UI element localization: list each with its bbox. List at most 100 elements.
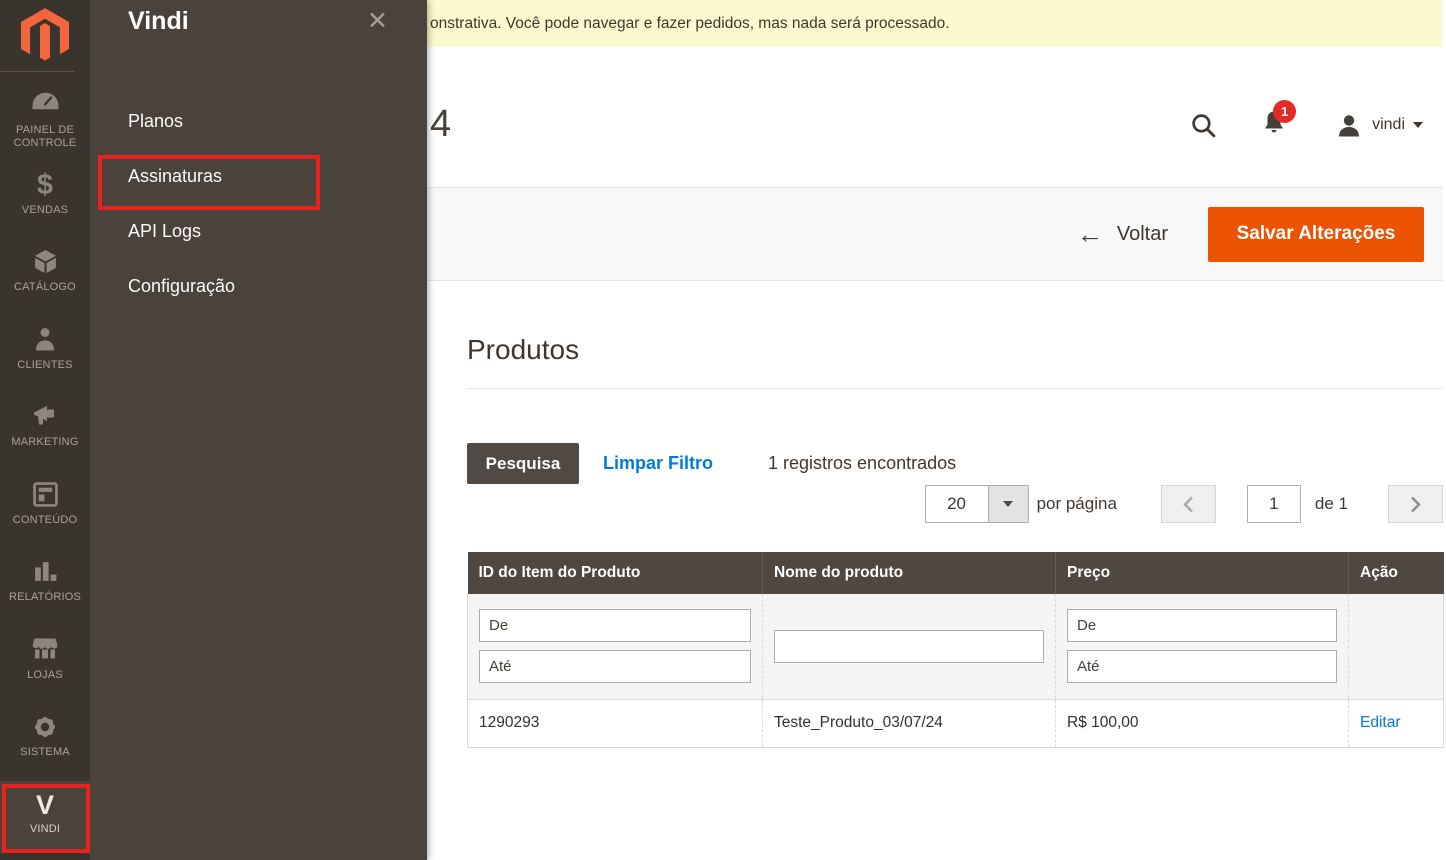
sidebar-item-label: CATÁLOGO bbox=[0, 281, 90, 294]
marketing-icon bbox=[0, 404, 90, 432]
flyout-item-api-logs[interactable]: API Logs bbox=[128, 221, 201, 242]
sidebar-item-clientes[interactable]: CLIENTES bbox=[0, 327, 90, 372]
select-caret-icon bbox=[1003, 501, 1013, 507]
products-table: ID do Item do Produto Nome do produto Pr… bbox=[467, 552, 1444, 748]
page-title: 4 bbox=[430, 103, 451, 145]
section-title: Produtos bbox=[467, 334, 1443, 366]
notice-text: onstrativa. Você pode navegar e fazer pe… bbox=[430, 15, 950, 33]
per-page-select[interactable]: 20 bbox=[925, 485, 1029, 523]
sidebar-item-label: CLIENTES bbox=[0, 359, 90, 372]
magento-admin-page: PAINEL DE CONTROLE $ VENDAS CATÁLOGO CLI… bbox=[0, 0, 1446, 860]
flyout-item-configuracao[interactable]: Configuração bbox=[128, 276, 235, 297]
current-page-input[interactable] bbox=[1247, 485, 1301, 523]
reports-icon bbox=[0, 559, 90, 587]
clear-filter-link[interactable]: Limpar Filtro bbox=[603, 453, 713, 474]
user-menu[interactable]: vindi bbox=[1336, 112, 1423, 139]
notification-badge: 1 bbox=[1273, 100, 1296, 123]
sidebar-item-label: VINDI bbox=[0, 823, 90, 836]
sidebar-item-label: VENDAS bbox=[0, 204, 90, 217]
admin-sidebar: PAINEL DE CONTROLE $ VENDAS CATÁLOGO CLI… bbox=[0, 0, 90, 860]
edit-link[interactable]: Editar bbox=[1360, 714, 1401, 731]
per-page-label: por página bbox=[1037, 494, 1117, 514]
system-icon bbox=[0, 714, 90, 742]
sidebar-item-painel-de-controle[interactable]: PAINEL DE CONTROLE bbox=[0, 92, 90, 150]
demo-store-notice: onstrativa. Você pode navegar e fazer pe… bbox=[427, 0, 1443, 47]
dashboard-icon bbox=[0, 92, 90, 120]
customers-icon bbox=[0, 327, 90, 355]
price-from-input[interactable] bbox=[1067, 609, 1337, 642]
vindi-flyout-menu: Vindi ✕ Planos Assinaturas API Logs Conf… bbox=[90, 0, 427, 860]
table-header-row: ID do Item do Produto Nome do produto Pr… bbox=[468, 552, 1444, 594]
search-icon[interactable] bbox=[1190, 112, 1217, 139]
back-button[interactable]: ← Voltar bbox=[1077, 221, 1168, 247]
filter-cell-id bbox=[468, 594, 763, 699]
close-icon[interactable]: ✕ bbox=[367, 8, 388, 34]
search-button[interactable]: Pesquisa bbox=[467, 443, 579, 484]
cell-product-name: Teste_Produto_03/07/24 bbox=[763, 699, 1056, 747]
sidebar-item-label: PAINEL DE CONTROLE bbox=[0, 124, 90, 150]
next-page-button[interactable] bbox=[1388, 485, 1443, 523]
sidebar-item-label: CONTEÚDO bbox=[0, 514, 90, 527]
notifications-button[interactable]: 1 bbox=[1262, 109, 1286, 141]
magento-logo[interactable] bbox=[0, 0, 90, 71]
back-label: Voltar bbox=[1117, 223, 1168, 246]
caret-down-icon bbox=[1413, 122, 1423, 128]
name-filter-input[interactable] bbox=[774, 630, 1044, 663]
back-arrow-icon: ← bbox=[1077, 221, 1103, 247]
pagination: 20 por página de 1 bbox=[467, 485, 1443, 523]
user-avatar-icon bbox=[1336, 112, 1362, 139]
stores-icon bbox=[0, 637, 90, 665]
table-row: 1290293 Teste_Produto_03/07/24 R$ 100,00… bbox=[468, 699, 1444, 747]
total-pages-label: de 1 bbox=[1315, 494, 1348, 514]
filter-cell-name bbox=[763, 594, 1056, 699]
flyout-title: Vindi bbox=[128, 7, 189, 36]
sidebar-item-relatorios[interactable]: RELATÓRIOS bbox=[0, 559, 90, 604]
sales-icon: $ bbox=[0, 172, 90, 200]
cell-product-price: R$ 100,00 bbox=[1056, 699, 1349, 747]
id-from-input[interactable] bbox=[479, 609, 751, 642]
sidebar-item-sistema[interactable]: SISTEMA bbox=[0, 714, 90, 759]
id-to-input[interactable] bbox=[479, 650, 751, 683]
catalog-icon bbox=[0, 249, 90, 277]
grid-toolbar: Pesquisa Limpar Filtro 1 registros encon… bbox=[467, 443, 1443, 484]
per-page-value: 20 bbox=[926, 486, 988, 522]
sidebar-item-lojas[interactable]: LOJAS bbox=[0, 637, 90, 682]
records-found-text: 1 registros encontrados bbox=[768, 453, 956, 474]
main-body: Produtos Pesquisa Limpar Filtro 1 regist… bbox=[427, 334, 1443, 748]
previous-page-button[interactable] bbox=[1161, 485, 1216, 523]
sidebar-divider bbox=[0, 71, 74, 72]
content-icon bbox=[0, 482, 90, 510]
header-actions: 1 vindi bbox=[1190, 109, 1423, 141]
page-header: 4 1 vindi bbox=[427, 47, 1443, 187]
sidebar-item-vindi[interactable]: V VINDI bbox=[0, 781, 90, 853]
sidebar-item-vendas[interactable]: $ VENDAS bbox=[0, 172, 90, 217]
filter-cell-action bbox=[1349, 594, 1444, 699]
next-page-icon bbox=[1410, 495, 1422, 514]
sidebar-item-label: MARKETING bbox=[0, 436, 90, 449]
user-name: vindi bbox=[1372, 116, 1405, 134]
column-header-id[interactable]: ID do Item do Produto bbox=[468, 552, 763, 594]
column-header-action: Ação bbox=[1349, 552, 1444, 594]
action-bar: ← Voltar Salvar Alterações bbox=[427, 187, 1443, 281]
sidebar-item-label: LOJAS bbox=[0, 669, 90, 682]
table-filter-row bbox=[468, 594, 1444, 699]
sidebar-item-label: SISTEMA bbox=[0, 746, 90, 759]
column-header-price[interactable]: Preço bbox=[1056, 552, 1349, 594]
sidebar-item-marketing[interactable]: MARKETING bbox=[0, 404, 90, 449]
prev-page-icon bbox=[1182, 495, 1194, 514]
sidebar-item-catalogo[interactable]: CATÁLOGO bbox=[0, 249, 90, 294]
price-to-input[interactable] bbox=[1067, 650, 1337, 683]
flyout-item-planos[interactable]: Planos bbox=[128, 111, 183, 132]
filter-cell-price bbox=[1056, 594, 1349, 699]
vindi-icon: V bbox=[0, 791, 90, 819]
cell-product-id: 1290293 bbox=[468, 699, 763, 747]
content-area: onstrativa. Você pode navegar e fazer pe… bbox=[427, 0, 1443, 860]
per-page-arrow-button[interactable] bbox=[988, 486, 1028, 522]
sidebar-item-label: RELATÓRIOS bbox=[0, 591, 90, 604]
save-changes-button[interactable]: Salvar Alterações bbox=[1208, 207, 1424, 262]
column-header-name[interactable]: Nome do produto bbox=[763, 552, 1056, 594]
flyout-item-assinaturas[interactable]: Assinaturas bbox=[128, 166, 222, 187]
section-divider bbox=[467, 388, 1443, 389]
sidebar-item-conteudo[interactable]: CONTEÚDO bbox=[0, 482, 90, 527]
magento-logo-icon bbox=[20, 7, 70, 65]
